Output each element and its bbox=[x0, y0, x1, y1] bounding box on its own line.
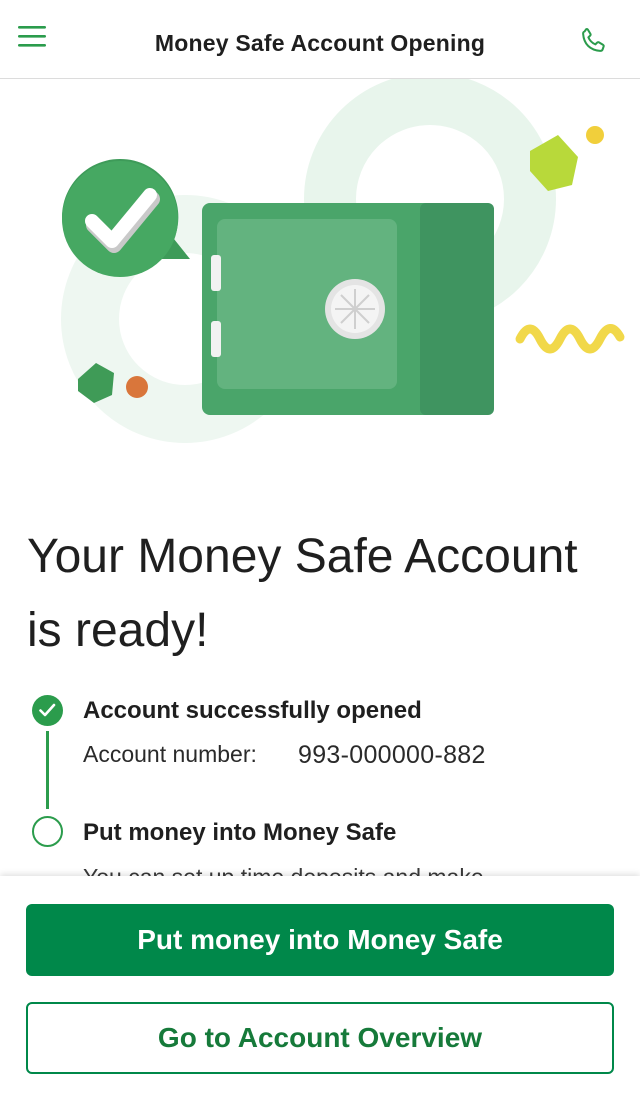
app-header: Money Safe Account Opening bbox=[0, 0, 640, 79]
account-number-label: Account number: bbox=[83, 741, 257, 767]
green-safe-illustration bbox=[202, 203, 494, 415]
step-complete-icon bbox=[32, 695, 63, 726]
account-number-value: 993-000000-882 bbox=[298, 741, 486, 769]
phone-icon[interactable] bbox=[578, 26, 618, 66]
checkmark-speech-bubble-icon bbox=[61, 158, 190, 277]
step-pending-icon bbox=[32, 816, 63, 847]
step-1-title: Account successfully opened bbox=[83, 697, 422, 724]
hero-illustration bbox=[0, 73, 640, 489]
page-headline: Your Money Safe Account is ready! bbox=[27, 530, 578, 657]
account-overview-button[interactable]: Go to Account Overview bbox=[26, 1002, 614, 1074]
step-2-title: Put money into Money Safe bbox=[83, 819, 397, 846]
action-footer: Put money into Money Safe Go to Account … bbox=[0, 876, 640, 1100]
step-connector-line bbox=[46, 731, 49, 809]
put-money-button[interactable]: Put money into Money Safe bbox=[26, 904, 614, 976]
page-title: Money Safe Account Opening bbox=[154, 30, 486, 56]
